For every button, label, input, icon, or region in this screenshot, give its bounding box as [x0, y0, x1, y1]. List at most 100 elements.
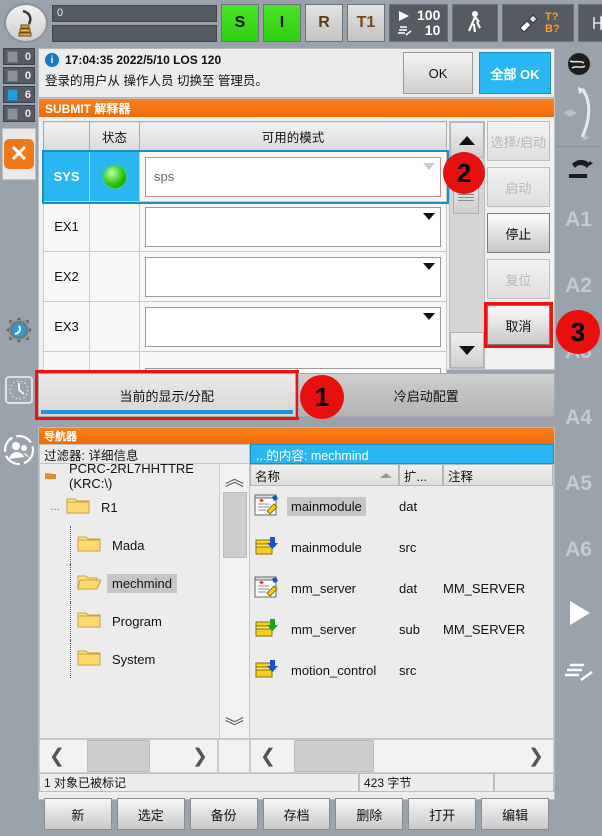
list-horizontal-scrollbar[interactable]: ❮ ❯: [250, 739, 554, 773]
scrollbar-thumb[interactable]: [294, 740, 374, 772]
robot-config-button[interactable]: [0, 300, 38, 360]
folder-icon: [77, 610, 101, 632]
column-header-ext[interactable]: 扩...: [399, 464, 443, 486]
right-jog-toolbar: A1 A2 A3 A4 A5 A6: [555, 46, 602, 800]
tree-item-system[interactable]: System: [40, 640, 219, 678]
navigator-status-bar: 1 对象已被标记 423 字节: [39, 773, 554, 792]
backup-button[interactable]: 备份: [189, 798, 258, 830]
scroll-up-chevron-icon[interactable]: ︽: [225, 464, 244, 490]
row-mode-cell[interactable]: sps: [139, 151, 447, 202]
scroll-down-chevron-icon[interactable]: ︾: [225, 712, 244, 738]
tree-scrollbar[interactable]: ︽ ︾: [219, 464, 249, 738]
triangle-down-icon: [458, 345, 475, 355]
error-counter[interactable]: 0: [3, 48, 35, 65]
table-row[interactable]: EX3: [43, 301, 447, 352]
ok-button[interactable]: OK: [403, 52, 473, 94]
clock-button[interactable]: [0, 360, 38, 420]
wait-counter[interactable]: 0: [3, 105, 35, 122]
edit-button[interactable]: 编辑: [481, 798, 550, 830]
tree-scrollbar-thumb[interactable]: [222, 492, 247, 558]
increment-indicator[interactable]: ∞: [578, 4, 602, 42]
jog-direction-indicator[interactable]: [556, 82, 601, 146]
jog-mode-indicator[interactable]: [452, 4, 499, 42]
filter-label[interactable]: 过滤器: 详细信息: [39, 444, 250, 464]
status-message-line-2[interactable]: [52, 24, 217, 42]
archive-button[interactable]: 存档: [262, 798, 331, 830]
scroll-left-chevron-icon[interactable]: ❮: [40, 745, 74, 768]
list-item[interactable]: mm_server dat MM_SERVER: [250, 568, 553, 609]
axis-label-a4[interactable]: A4: [556, 385, 601, 451]
table-row[interactable]: EX1: [43, 201, 447, 252]
tree-item-mechmind[interactable]: mechmind: [40, 564, 219, 602]
tree-root-row[interactable]: PCRC-2RL7HHTTRE (KRC:\): [40, 464, 219, 491]
tool-base-indicator[interactable]: T? B?: [502, 4, 575, 42]
tree-item-r1[interactable]: … R1: [40, 488, 219, 526]
column-header-comment[interactable]: 注释: [443, 464, 553, 486]
new-button[interactable]: 新: [44, 798, 112, 830]
scrollbar-track[interactable]: [285, 740, 519, 772]
list-item[interactable]: motion_control src: [250, 650, 553, 691]
mode-value: sps: [154, 169, 175, 184]
tree-item-program[interactable]: Program: [40, 602, 219, 640]
file-ext: dat: [399, 499, 418, 514]
drives-s-indicator[interactable]: S: [221, 4, 259, 42]
axis-label-a5[interactable]: A5: [556, 451, 601, 517]
row-mode-cell[interactable]: [139, 251, 447, 302]
scroll-left-chevron-icon[interactable]: ❮: [251, 745, 285, 768]
list-item[interactable]: mainmodule dat: [250, 486, 553, 527]
axis-label-a6[interactable]: A6: [556, 517, 601, 583]
row-status: [89, 151, 140, 202]
play-button[interactable]: [556, 583, 601, 643]
select-button[interactable]: 选定: [116, 798, 185, 830]
mode-combobox[interactable]: [145, 206, 441, 247]
message-content[interactable]: i 17:04:35 2022/5/10 LOS 120 登录的用户从 操作人员…: [39, 49, 400, 97]
mode-combobox[interactable]: [145, 256, 441, 297]
scroll-right-chevron-icon[interactable]: ❯: [183, 745, 217, 768]
robot-interpreter-status[interactable]: R: [305, 4, 343, 42]
operating-mode-indicator[interactable]: T1: [347, 4, 385, 42]
tree-connector: [70, 602, 71, 640]
row-mode-cell[interactable]: [139, 301, 447, 352]
jog-hand-button[interactable]: [556, 643, 601, 699]
tree-item-mada[interactable]: Mada: [40, 526, 219, 564]
mode-combobox[interactable]: sps: [145, 156, 441, 197]
override-indicator[interactable]: 100 10: [389, 4, 449, 42]
select-start-button[interactable]: 选择/启动: [486, 121, 550, 161]
row-mode-cell[interactable]: [139, 201, 447, 252]
current-display-allocation-button[interactable]: 当前的显示/分配: [35, 370, 299, 420]
table-row[interactable]: SYS sps: [41, 149, 449, 204]
warning-counter-value: 0: [24, 69, 31, 82]
status-message-line-1[interactable]: 0: [52, 4, 217, 22]
table-row[interactable]: EX2: [43, 251, 447, 302]
file-name: mainmodule: [291, 540, 362, 555]
cancel-button[interactable]: 取消: [483, 302, 554, 348]
ok-all-button[interactable]: 全部 OK: [479, 52, 551, 94]
info-counter[interactable]: 6: [3, 86, 35, 103]
start-button[interactable]: 启动: [486, 167, 550, 207]
scroll-down-button[interactable]: [450, 332, 484, 368]
tree-item-label: Mada: [112, 537, 145, 553]
close-icon[interactable]: ✕: [4, 139, 34, 169]
scroll-right-chevron-icon[interactable]: ❯: [519, 745, 553, 768]
user-group-button[interactable]: [0, 420, 38, 480]
stop-button[interactable]: 停止: [486, 213, 550, 253]
scrollbar-thumb[interactable]: [87, 740, 151, 772]
list-item[interactable]: mainmodule src: [250, 527, 553, 568]
jog-kinematic-button[interactable]: [556, 147, 601, 187]
delete-button[interactable]: 删除: [335, 798, 404, 830]
main-menu-button[interactable]: [4, 3, 48, 43]
warning-counter[interactable]: 0: [3, 67, 35, 84]
list-item[interactable]: mm_server sub MM_SERVER: [250, 609, 553, 650]
column-header-status: 状态: [89, 121, 140, 152]
close-window-container[interactable]: ✕: [2, 128, 36, 180]
column-header-name[interactable]: 名称: [250, 464, 399, 486]
world-coordinate-button[interactable]: [556, 46, 601, 82]
reset-button[interactable]: 复位: [486, 259, 550, 299]
tree-horizontal-scrollbar[interactable]: ❮ ❯: [39, 739, 218, 773]
drives-i-indicator[interactable]: I: [263, 4, 301, 42]
mode-combobox[interactable]: [145, 306, 441, 347]
open-button[interactable]: 打开: [408, 798, 477, 830]
extra-status: [494, 773, 554, 792]
axis-label-a1[interactable]: A1: [556, 187, 601, 253]
scrollbar-track[interactable]: [74, 740, 183, 772]
